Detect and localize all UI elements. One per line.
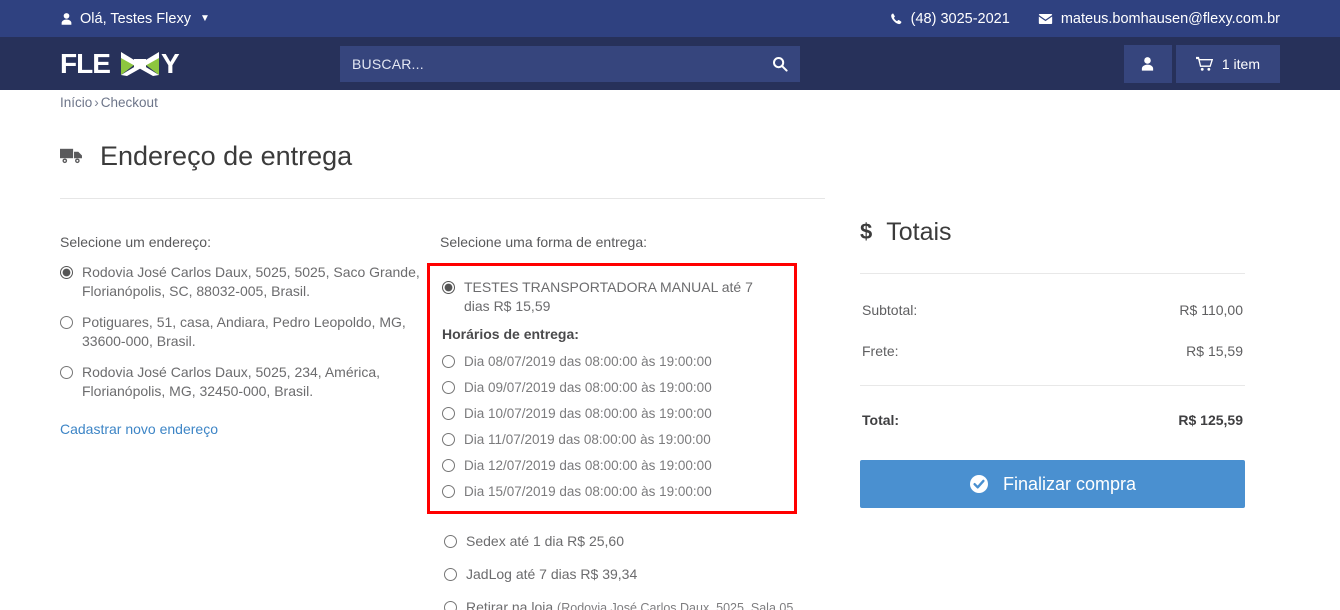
delivery-time-label-1: Dia 08/07/2019 das 08:00:00 às 19:00:00 [464,354,712,369]
user-icon [1140,56,1155,72]
delivery-time-radio-1[interactable] [442,355,455,368]
totals-row-total: Total: R$ 125,59 [860,412,1245,428]
page-content: Início › Checkout Endereço de entrega Sele… [50,90,1290,610]
shipping-option-pickup[interactable]: Retirar na loja (Rodovia José Carlos Dau… [444,598,825,610]
breadcrumb-current[interactable]: Checkout [101,95,158,110]
delivery-time-option-5[interactable]: Dia 12/07/2019 das 08:00:00 às 19:00:00 [442,458,782,473]
header-actions: 1 item [1123,45,1280,83]
delivery-time-option-3[interactable]: Dia 10/07/2019 das 08:00:00 às 19:00:00 [442,406,782,421]
cart-count-label: 1 item [1221,56,1260,72]
delivery-time-label-6: Dia 15/07/2019 das 08:00:00 às 19:00:00 [464,484,712,499]
title-divider [60,198,825,199]
delivery-time-radio-6[interactable] [442,485,455,498]
delivery-time-label-2: Dia 09/07/2019 das 08:00:00 às 19:00:00 [464,380,712,395]
shipping-radio-jadlog[interactable] [444,568,457,581]
search-input[interactable] [340,56,760,72]
shipping-radio-pickup[interactable] [444,601,457,610]
email-link[interactable]: mateus.bomhausen@flexy.com.br [1038,11,1280,27]
address-radio-2[interactable] [60,316,73,329]
new-address-link[interactable]: Cadastrar novo endereço [60,421,218,437]
shipping-label-manual: TESTES TRANSPORTADORA MANUAL até 7 dias … [464,279,753,314]
page-title-text: Endereço de entrega [100,141,353,171]
shipping-option-sedex[interactable]: Sedex até 1 dia R$ 25,60 [444,532,825,551]
shipping-label-pickup: Retirar na loja [466,599,554,610]
greeting-text: Olá, Testes Flexy [80,10,191,27]
delivery-times-title: Horários de entrega: [442,326,579,342]
shipping-label-jadlog: JadLog até 7 dias R$ 39,34 [466,566,638,582]
email-address: mateus.bomhausen@flexy.com.br [1060,10,1280,27]
svg-text:FLE: FLE [60,49,110,79]
shipping-column: Selecione uma forma de entrega: TESTES T… [427,217,825,610]
delivery-time-option-4[interactable]: Dia 11/07/2019 das 08:00:00 às 19:00:00 [442,432,782,447]
delivery-time-label-5: Dia 12/07/2019 das 08:00:00 às 19:00:00 [464,458,712,473]
page-title: Endereço de entrega [60,140,1280,172]
phone-link[interactable]: (48) 3025-2021 [890,11,1010,27]
address-radio-1[interactable] [60,266,73,279]
delivery-time-radio-3[interactable] [442,407,455,420]
address-label-3: Rodovia José Carlos Daux, 5025, 234, Amé… [82,364,381,399]
address-option-1[interactable]: Rodovia José Carlos Daux, 5025, 5025, Sa… [60,263,430,301]
delivery-time-label-4: Dia 11/07/2019 das 08:00:00 às 19:00:00 [464,432,711,447]
totals-row-shipping: Frete: R$ 15,59 [860,343,1245,359]
dollar-icon: $ [860,219,873,244]
check-circle-icon [969,474,989,494]
other-shipping-options: Sedex até 1 dia R$ 25,60 JadLog até 7 di… [444,532,825,610]
totals-title-text: Totais [886,218,952,246]
address-radio-3[interactable] [60,366,73,379]
breadcrumb-separator: › [94,95,99,110]
phone-icon [890,12,903,26]
delivery-time-label-3: Dia 10/07/2019 das 08:00:00 às 19:00:00 [464,406,712,421]
total-label: Total: [862,412,900,428]
address-label-2: Potiguares, 51, casa, Andiara, Pedro Leo… [82,314,406,349]
delivery-time-option-1[interactable]: Dia 08/07/2019 das 08:00:00 às 19:00:00 [442,354,782,369]
delivery-time-option-6[interactable]: Dia 15/07/2019 das 08:00:00 às 19:00:00 [442,484,782,499]
truck-icon [60,147,84,165]
site-header: FLE Y BUSCAR... 1 item [0,37,1340,90]
search-icon [772,56,788,72]
address-label-1: Rodovia José Carlos Daux, 5025, 5025, Sa… [82,264,420,299]
account-button[interactable] [1123,45,1172,83]
shipping-radio-sedex[interactable] [444,535,457,548]
shipping-option-jadlog[interactable]: JadLog até 7 dias R$ 39,34 [444,565,825,584]
subtotal-value: R$ 110,00 [1179,302,1243,318]
totals-divider-bottom [860,385,1245,386]
user-icon [60,12,73,26]
phone-number: (48) 3025-2021 [910,10,1010,27]
breadcrumb-home[interactable]: Início [60,95,92,110]
shipping-radio-manual[interactable] [442,281,455,294]
delivery-time-radio-4[interactable] [442,433,455,446]
address-option-2[interactable]: Potiguares, 51, casa, Andiara, Pedro Leo… [60,313,430,351]
breadcrumb: Início › Checkout [60,90,1280,112]
totals-column: $ Totais Subtotal: R$ 110,00 Frete: R$ 1… [860,217,1245,610]
total-value: R$ 125,59 [1178,412,1243,428]
account-greeting-menu[interactable]: Olá, Testes Flexy ▼ [60,11,210,27]
totals-row-subtotal: Subtotal: R$ 110,00 [860,302,1245,318]
flexy-logo[interactable]: FLE Y [60,49,182,79]
shipping-option-manual[interactable]: TESTES TRANSPORTADORA MANUAL até 7 dias … [442,278,782,316]
delivery-time-radio-5[interactable] [442,459,455,472]
address-option-3[interactable]: Rodovia José Carlos Daux, 5025, 234, Amé… [60,363,430,401]
finalize-purchase-label: Finalizar compra [1002,473,1137,494]
svg-text:Y: Y [161,49,180,79]
cart-icon [1195,56,1213,72]
chevron-down-icon: ▼ [199,13,210,24]
finalize-purchase-button[interactable]: Finalizar compra [860,460,1245,508]
subtotal-label: Subtotal: [862,302,918,318]
delivery-time-option-2[interactable]: Dia 09/07/2019 das 08:00:00 às 19:00:00 [442,380,782,395]
highlighted-shipping-box: TESTES TRANSPORTADORA MANUAL até 7 dias … [427,263,797,514]
address-column: Selecione um endereço: Rodovia José Carl… [60,217,440,610]
search-bar[interactable] [340,46,800,82]
utility-bar: Olá, Testes Flexy ▼ (48) 3025-2021 mateu… [0,0,1340,37]
totals-divider-top [860,273,1245,274]
freight-value: R$ 15,59 [1186,343,1243,359]
search-button[interactable] [760,46,800,82]
totals-title: $ Totais [860,217,1245,247]
shipping-label-sedex: Sedex até 1 dia R$ 25,60 [466,533,625,549]
address-section-label: Selecione um endereço: [60,234,211,250]
delivery-time-radio-2[interactable] [442,381,455,394]
shipping-section-label: Selecione uma forma de entrega: [440,234,648,250]
freight-label: Frete: [862,343,899,359]
cart-button[interactable]: 1 item [1175,45,1280,83]
envelope-icon [1038,12,1053,26]
